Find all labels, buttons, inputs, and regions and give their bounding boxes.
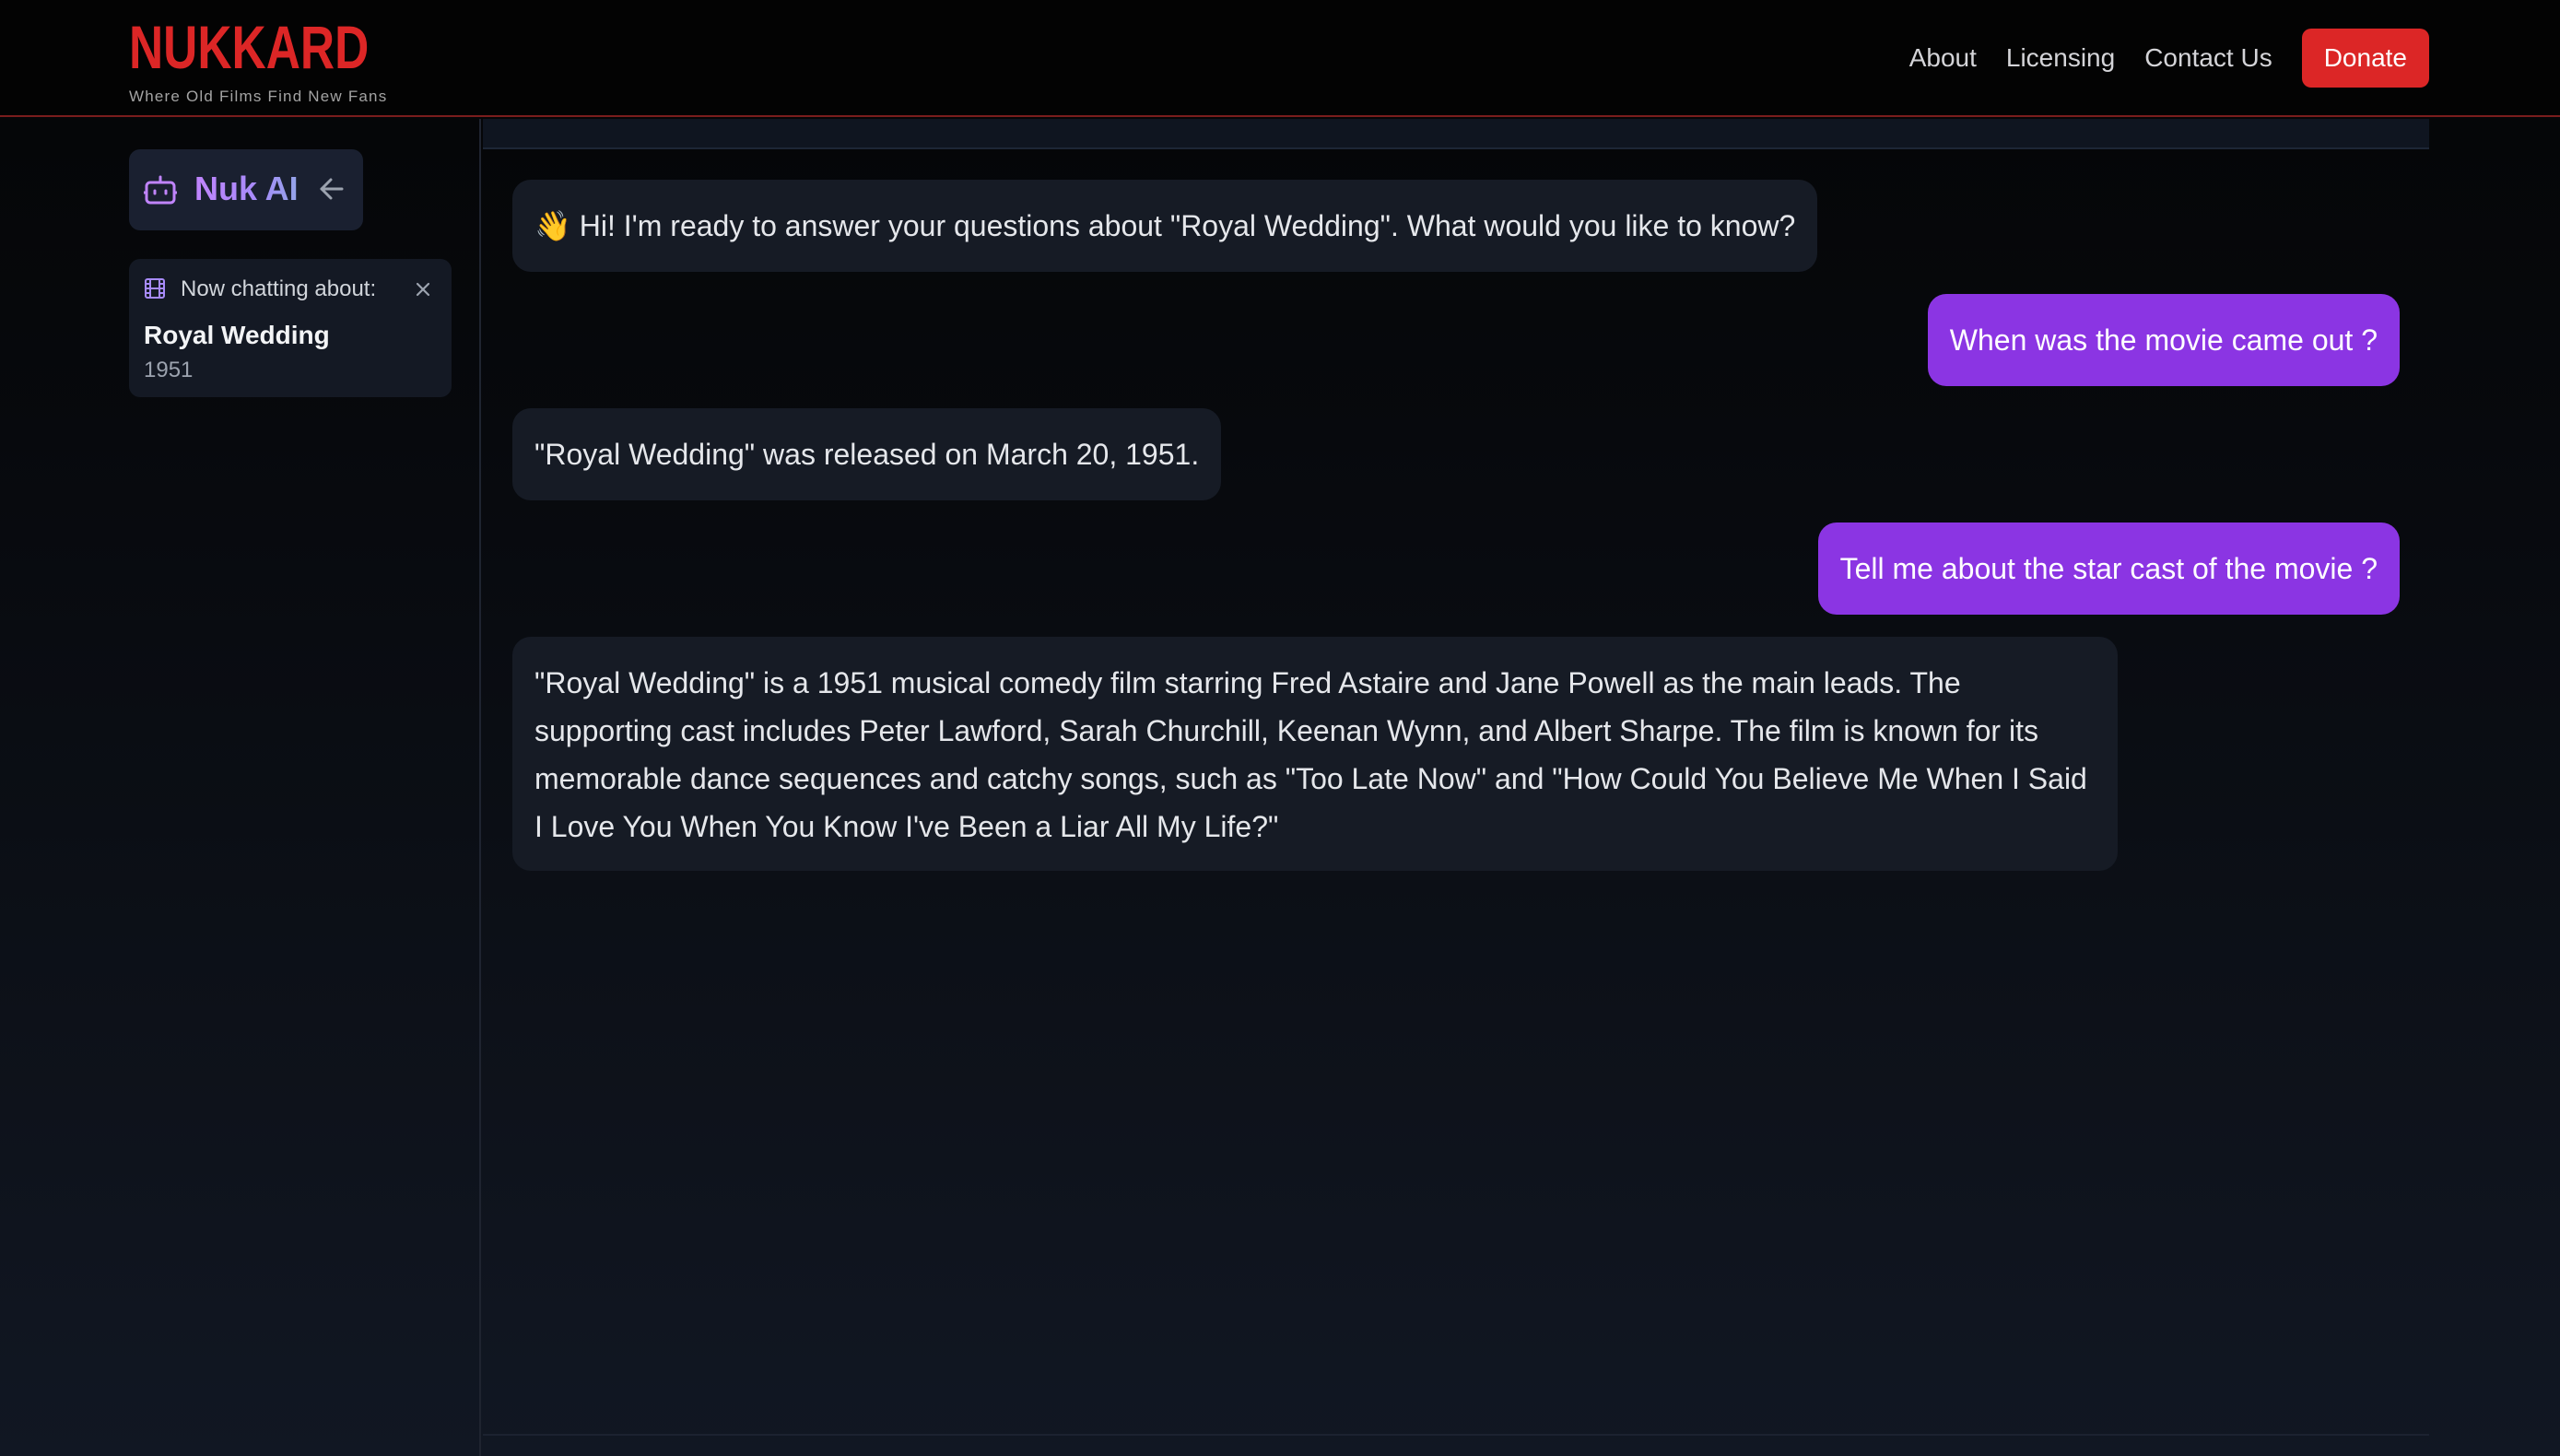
- assistant-message: 👋 Hi! I'm ready to answer your questions…: [512, 180, 1818, 272]
- brand[interactable]: NUKKARD Where Old Films Find New Fans: [129, 17, 437, 106]
- context-label: Now chatting about:: [181, 276, 377, 301]
- sidebar: Nuk AI Now chatting about: Royal Wedding…: [0, 119, 481, 1456]
- context-movie-year: 1951: [144, 358, 194, 382]
- chat-panel: 👋 Hi! I'm ready to answer your questions…: [483, 119, 2429, 1456]
- chat-divider: [483, 1434, 2429, 1436]
- close-icon[interactable]: [413, 279, 433, 299]
- brand-tagline: Where Old Films Find New Fans: [129, 88, 388, 105]
- robot-icon: [144, 175, 177, 205]
- assistant-message: "Royal Wedding" was released on March 20…: [512, 408, 1222, 500]
- top-navbar: NUKKARD Where Old Films Find New Fans Ab…: [0, 0, 2560, 117]
- user-message: When was the movie came out ?: [1927, 294, 2400, 386]
- page: NUKKARD Where Old Films Find New Fans Ab…: [0, 0, 2560, 1456]
- arrow-left-icon[interactable]: [317, 174, 346, 204]
- nav-link-licensing[interactable]: Licensing: [2006, 43, 2115, 73]
- context-movie-title: Royal Wedding: [144, 321, 330, 349]
- nav-link-about[interactable]: About: [1909, 43, 1977, 73]
- film-icon: [145, 278, 165, 299]
- assistant-header: Nuk AI: [129, 149, 363, 230]
- nav-link-contact[interactable]: Contact Us: [2144, 43, 2272, 73]
- user-message: Tell me about the star cast of the movie…: [1817, 523, 2400, 615]
- donate-button[interactable]: Donate: [2301, 29, 2429, 88]
- brand-logo[interactable]: NUKKARD: [129, 17, 369, 77]
- assistant-title: Nuk AI: [194, 170, 299, 207]
- main-nav: About Licensing Contact Us Donate: [1909, 29, 2429, 88]
- chat-top-strip: [483, 119, 2429, 149]
- assistant-message: "Royal Wedding" is a 1951 musical comedy…: [512, 637, 2118, 871]
- chat-context-card: Now chatting about: Royal Wedding 1951: [129, 259, 452, 397]
